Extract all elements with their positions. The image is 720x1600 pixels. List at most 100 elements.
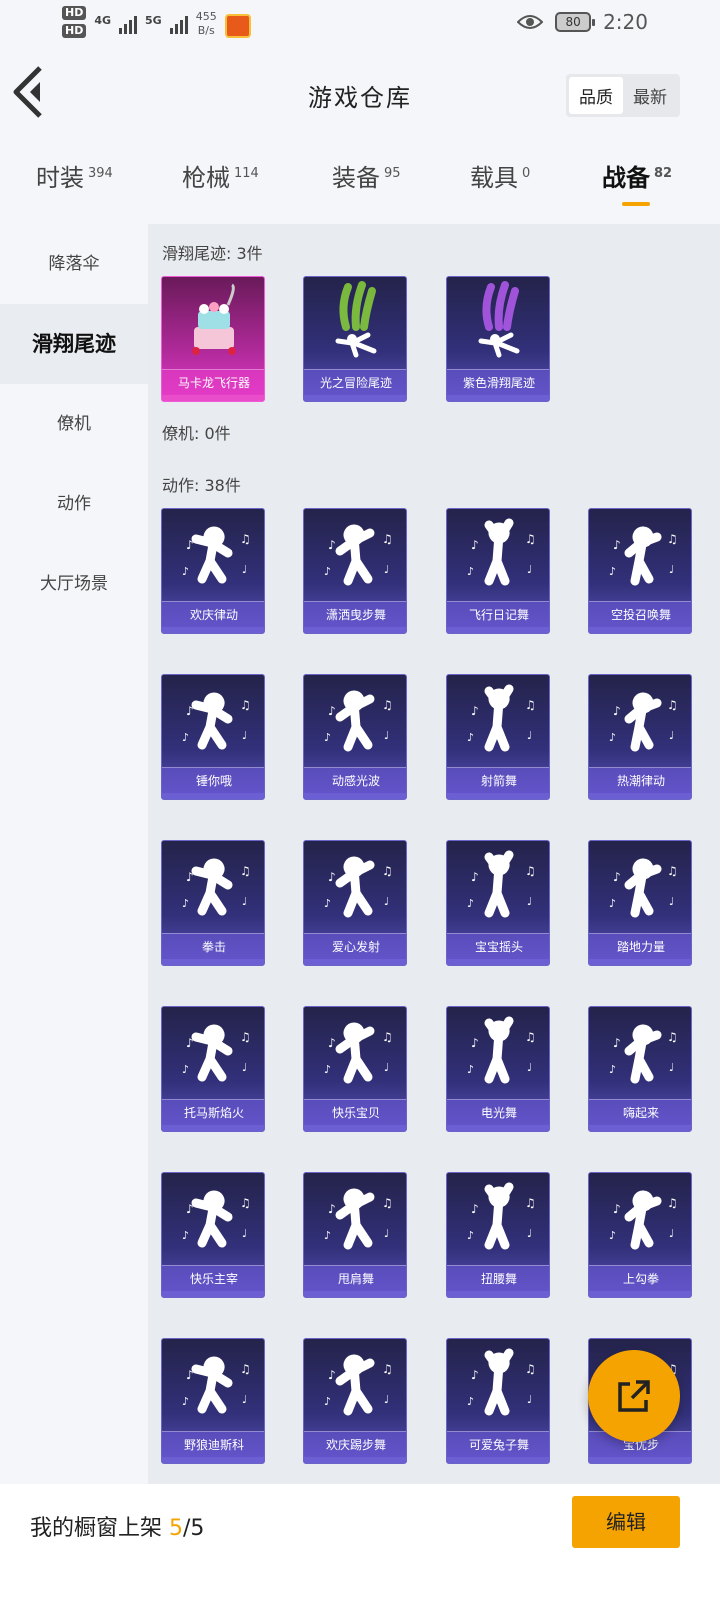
share-fab-button[interactable]	[588, 1350, 680, 1442]
item-name: 锤你哦	[162, 767, 264, 793]
item-art: ♪ ♫ ♪ ♩	[162, 1007, 264, 1099]
item-name: 动感光波	[304, 767, 406, 793]
emote-card[interactable]: ♪ ♫ ♪ ♩ 电光舞	[446, 1006, 550, 1132]
svg-text:♩: ♩	[242, 1393, 247, 1406]
item-art: ♪ ♫ ♪ ♩	[447, 675, 549, 767]
tab-battle-prep[interactable]: 战备 82	[602, 158, 672, 193]
item-name: 快乐主宰	[162, 1265, 264, 1291]
emote-card[interactable]: ♪ ♫ ♪ ♩ 踏地力量	[588, 840, 692, 966]
emote-card[interactable]: ♪ ♫ ♪ ♩ 上勾拳	[588, 1172, 692, 1298]
sort-newest-button[interactable]: 最新	[623, 77, 677, 114]
trail-card[interactable]: 马卡龙飞行器	[161, 276, 265, 402]
svg-text:♪: ♪	[186, 538, 194, 552]
app-notification-icon	[224, 14, 251, 38]
svg-text:♪: ♪	[471, 870, 479, 884]
svg-text:♩: ♩	[527, 1061, 532, 1074]
tab-equipment[interactable]: 装备 95	[332, 158, 401, 193]
svg-text:♫: ♫	[240, 532, 251, 546]
emote-card[interactable]: ♪ ♫ ♪ ♩ 宝宝摇头	[446, 840, 550, 966]
active-tab-indicator	[622, 202, 650, 206]
sidebar-item-lobby-scene[interactable]: 大厅场景	[0, 544, 148, 624]
emote-card[interactable]: ♪ ♫ ♪ ♩ 欢庆律动	[161, 508, 265, 634]
svg-text:♫: ♫	[240, 1030, 251, 1044]
item-art: ♪ ♫ ♪ ♩	[304, 841, 406, 933]
rarity-bar	[162, 627, 264, 633]
svg-text:♪: ♪	[182, 1229, 189, 1242]
sort-quality-button[interactable]: 品质	[569, 77, 623, 114]
item-art: ♪ ♫ ♪ ♩	[589, 1173, 691, 1265]
emote-card[interactable]: ♪ ♫ ♪ ♩ 扭腰舞	[446, 1172, 550, 1298]
svg-text:♩: ♩	[242, 563, 247, 576]
svg-text:♪: ♪	[186, 1368, 194, 1382]
item-name: 踏地力量	[589, 933, 691, 959]
section-title-emotes: 动作: 38件	[162, 476, 241, 495]
svg-text:♫: ♫	[240, 698, 251, 712]
svg-text:♪: ♪	[613, 1036, 621, 1050]
item-name: 欢庆踢步舞	[304, 1431, 406, 1457]
svg-text:♩: ♩	[242, 1227, 247, 1240]
emote-card[interactable]: ♪ ♫ ♪ ♩ 可爱兔子舞	[446, 1338, 550, 1464]
emote-card[interactable]: ♪ ♫ ♪ ♩ 欢庆踢步舞	[303, 1338, 407, 1464]
rarity-bar	[447, 1125, 549, 1131]
rarity-bar	[447, 1291, 549, 1297]
svg-text:♪: ♪	[324, 1395, 331, 1408]
emote-card[interactable]: ♪ ♫ ♪ ♩ 射箭舞	[446, 674, 550, 800]
section-title-trails: 滑翔尾迹: 3件	[162, 244, 263, 263]
emote-card[interactable]: ♪ ♫ ♪ ♩ 热潮律动	[588, 674, 692, 800]
tab-vehicles[interactable]: 载具 0	[470, 158, 530, 193]
svg-text:♫: ♫	[382, 864, 393, 878]
network-5g-label: 5G	[145, 14, 162, 27]
emote-card[interactable]: ♪ ♫ ♪ ♩ 嗨起来	[588, 1006, 692, 1132]
item-name: 电光舞	[447, 1099, 549, 1125]
svg-text:♫: ♫	[525, 1030, 536, 1044]
eye-icon	[517, 15, 544, 29]
sidebar-item-emotes[interactable]: 动作	[0, 464, 148, 544]
sidebar: 降落伞 滑翔尾迹 僚机 动作 大厅场景	[0, 224, 148, 1484]
tab-weapons[interactable]: 枪械 114	[182, 158, 259, 193]
item-art: ♪ ♫ ♪ ♩	[304, 1173, 406, 1265]
emote-card[interactable]: ♪ ♫ ♪ ♩ 锤你哦	[161, 674, 265, 800]
item-art: ♪ ♫ ♪ ♩	[589, 841, 691, 933]
svg-text:♫: ♫	[667, 1030, 678, 1044]
emote-card[interactable]: ♪ ♫ ♪ ♩ 潇洒曳步舞	[303, 508, 407, 634]
back-button[interactable]	[10, 64, 50, 120]
sidebar-item-glide-trail[interactable]: 滑翔尾迹	[0, 304, 148, 384]
item-name: 扭腰舞	[447, 1265, 549, 1291]
item-art: ♪ ♫ ♪ ♩	[447, 841, 549, 933]
sidebar-item-wingman[interactable]: 僚机	[0, 384, 148, 464]
sidebar-item-parachute[interactable]: 降落伞	[0, 224, 148, 304]
svg-text:♪: ♪	[328, 870, 336, 884]
emote-card[interactable]: ♪ ♫ ♪ ♩ 野狼迪斯科	[161, 1338, 265, 1464]
rarity-bar	[162, 1291, 264, 1297]
emote-card[interactable]: ♪ ♫ ♪ ♩ 快乐宝贝	[303, 1006, 407, 1132]
network-speed: 455 B/s	[195, 10, 217, 37]
rarity-bar	[589, 1457, 691, 1463]
signal-icon-2	[169, 12, 188, 34]
emote-card[interactable]: ♪ ♫ ♪ ♩ 空投召唤舞	[588, 508, 692, 634]
svg-text:♫: ♫	[667, 532, 678, 546]
svg-text:♪: ♪	[328, 1036, 336, 1050]
chevron-left-icon	[13, 66, 42, 118]
emote-card[interactable]: ♪ ♫ ♪ ♩ 甩肩舞	[303, 1172, 407, 1298]
rarity-bar	[162, 1457, 264, 1463]
item-art	[304, 277, 406, 369]
emote-card[interactable]: ♪ ♫ ♪ ♩ 拳击	[161, 840, 265, 966]
emote-card[interactable]: ♪ ♫ ♪ ♩ 托马斯焰火	[161, 1006, 265, 1132]
item-name: 上勾拳	[589, 1265, 691, 1291]
emote-card[interactable]: ♪ ♫ ♪ ♩ 快乐主宰	[161, 1172, 265, 1298]
item-name: 射箭舞	[447, 767, 549, 793]
item-art: ♪ ♫ ♪ ♩	[447, 509, 549, 601]
tab-fashion[interactable]: 时装 394	[36, 158, 113, 193]
trail-card[interactable]: 紫色滑翔尾迹	[446, 276, 550, 402]
emote-card[interactable]: ♪ ♫ ♪ ♩ 爱心发射	[303, 840, 407, 966]
rarity-bar	[162, 395, 264, 401]
emote-card[interactable]: ♪ ♫ ♪ ♩ 飞行日记舞	[446, 508, 550, 634]
trail-card[interactable]: 光之冒险尾迹	[303, 276, 407, 402]
item-name: 野狼迪斯科	[162, 1431, 264, 1457]
edit-button[interactable]: 编辑	[572, 1496, 680, 1548]
rarity-bar	[304, 793, 406, 799]
emote-card[interactable]: ♪ ♫ ♪ ♩ 动感光波	[303, 674, 407, 800]
svg-text:♪: ♪	[182, 1063, 189, 1076]
svg-text:♫: ♫	[525, 1196, 536, 1210]
svg-text:♪: ♪	[613, 538, 621, 552]
